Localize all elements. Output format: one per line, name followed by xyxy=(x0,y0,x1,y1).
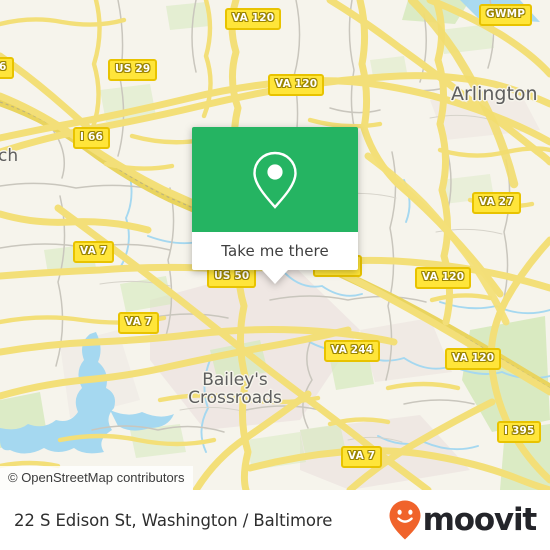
take-me-there-label: Take me there xyxy=(221,242,329,260)
road-shield: US 29 xyxy=(108,59,158,81)
road-shield: VA 244 xyxy=(324,340,381,362)
road-shield: VA 120 xyxy=(445,348,502,370)
road-shield: VA 120 xyxy=(268,74,325,96)
place-label-arlington: Arlington xyxy=(451,83,538,105)
moovit-pin-smile-icon xyxy=(389,500,421,540)
road-shield: VA 7 xyxy=(118,312,160,334)
road-shield: VA 7 xyxy=(341,446,383,468)
road-shield: GWMP xyxy=(479,4,533,26)
address-label: 22 S Edison St, Washington / Baltimore xyxy=(14,510,333,530)
road-shield: I 66 xyxy=(73,127,110,149)
popup-pointer-tail xyxy=(262,270,288,284)
popup-image-panel xyxy=(192,127,358,232)
place-label-baileys-crossroads: Bailey's Crossroads xyxy=(188,370,282,408)
map-attribution[interactable]: © OpenStreetMap contributors xyxy=(0,466,193,490)
moovit-wordmark: moovit xyxy=(422,501,538,538)
location-popup-card[interactable]: Take me there xyxy=(192,127,358,284)
road-shield: I 395 xyxy=(497,421,542,443)
map-canvas[interactable]: .rd { fill:none; stroke:#f3df78; stroke-… xyxy=(0,0,550,490)
road-shield: VA 120 xyxy=(415,267,472,289)
map-pin-icon xyxy=(253,151,297,209)
place-label-clipped: ch xyxy=(0,146,19,166)
map-screenshot: .rd { fill:none; stroke:#f3df78; stroke-… xyxy=(0,0,550,550)
road-shield-clipped: 6 xyxy=(0,57,14,79)
road-shield: VA 27 xyxy=(472,192,521,214)
take-me-there-button[interactable]: Take me there xyxy=(192,232,358,270)
road-shield: VA 7 xyxy=(73,241,115,263)
bottom-bar: 22 S Edison St, Washington / Baltimore m… xyxy=(0,490,550,550)
road-shield: VA 120 xyxy=(225,8,282,30)
moovit-brand[interactable]: moovit xyxy=(388,499,538,541)
